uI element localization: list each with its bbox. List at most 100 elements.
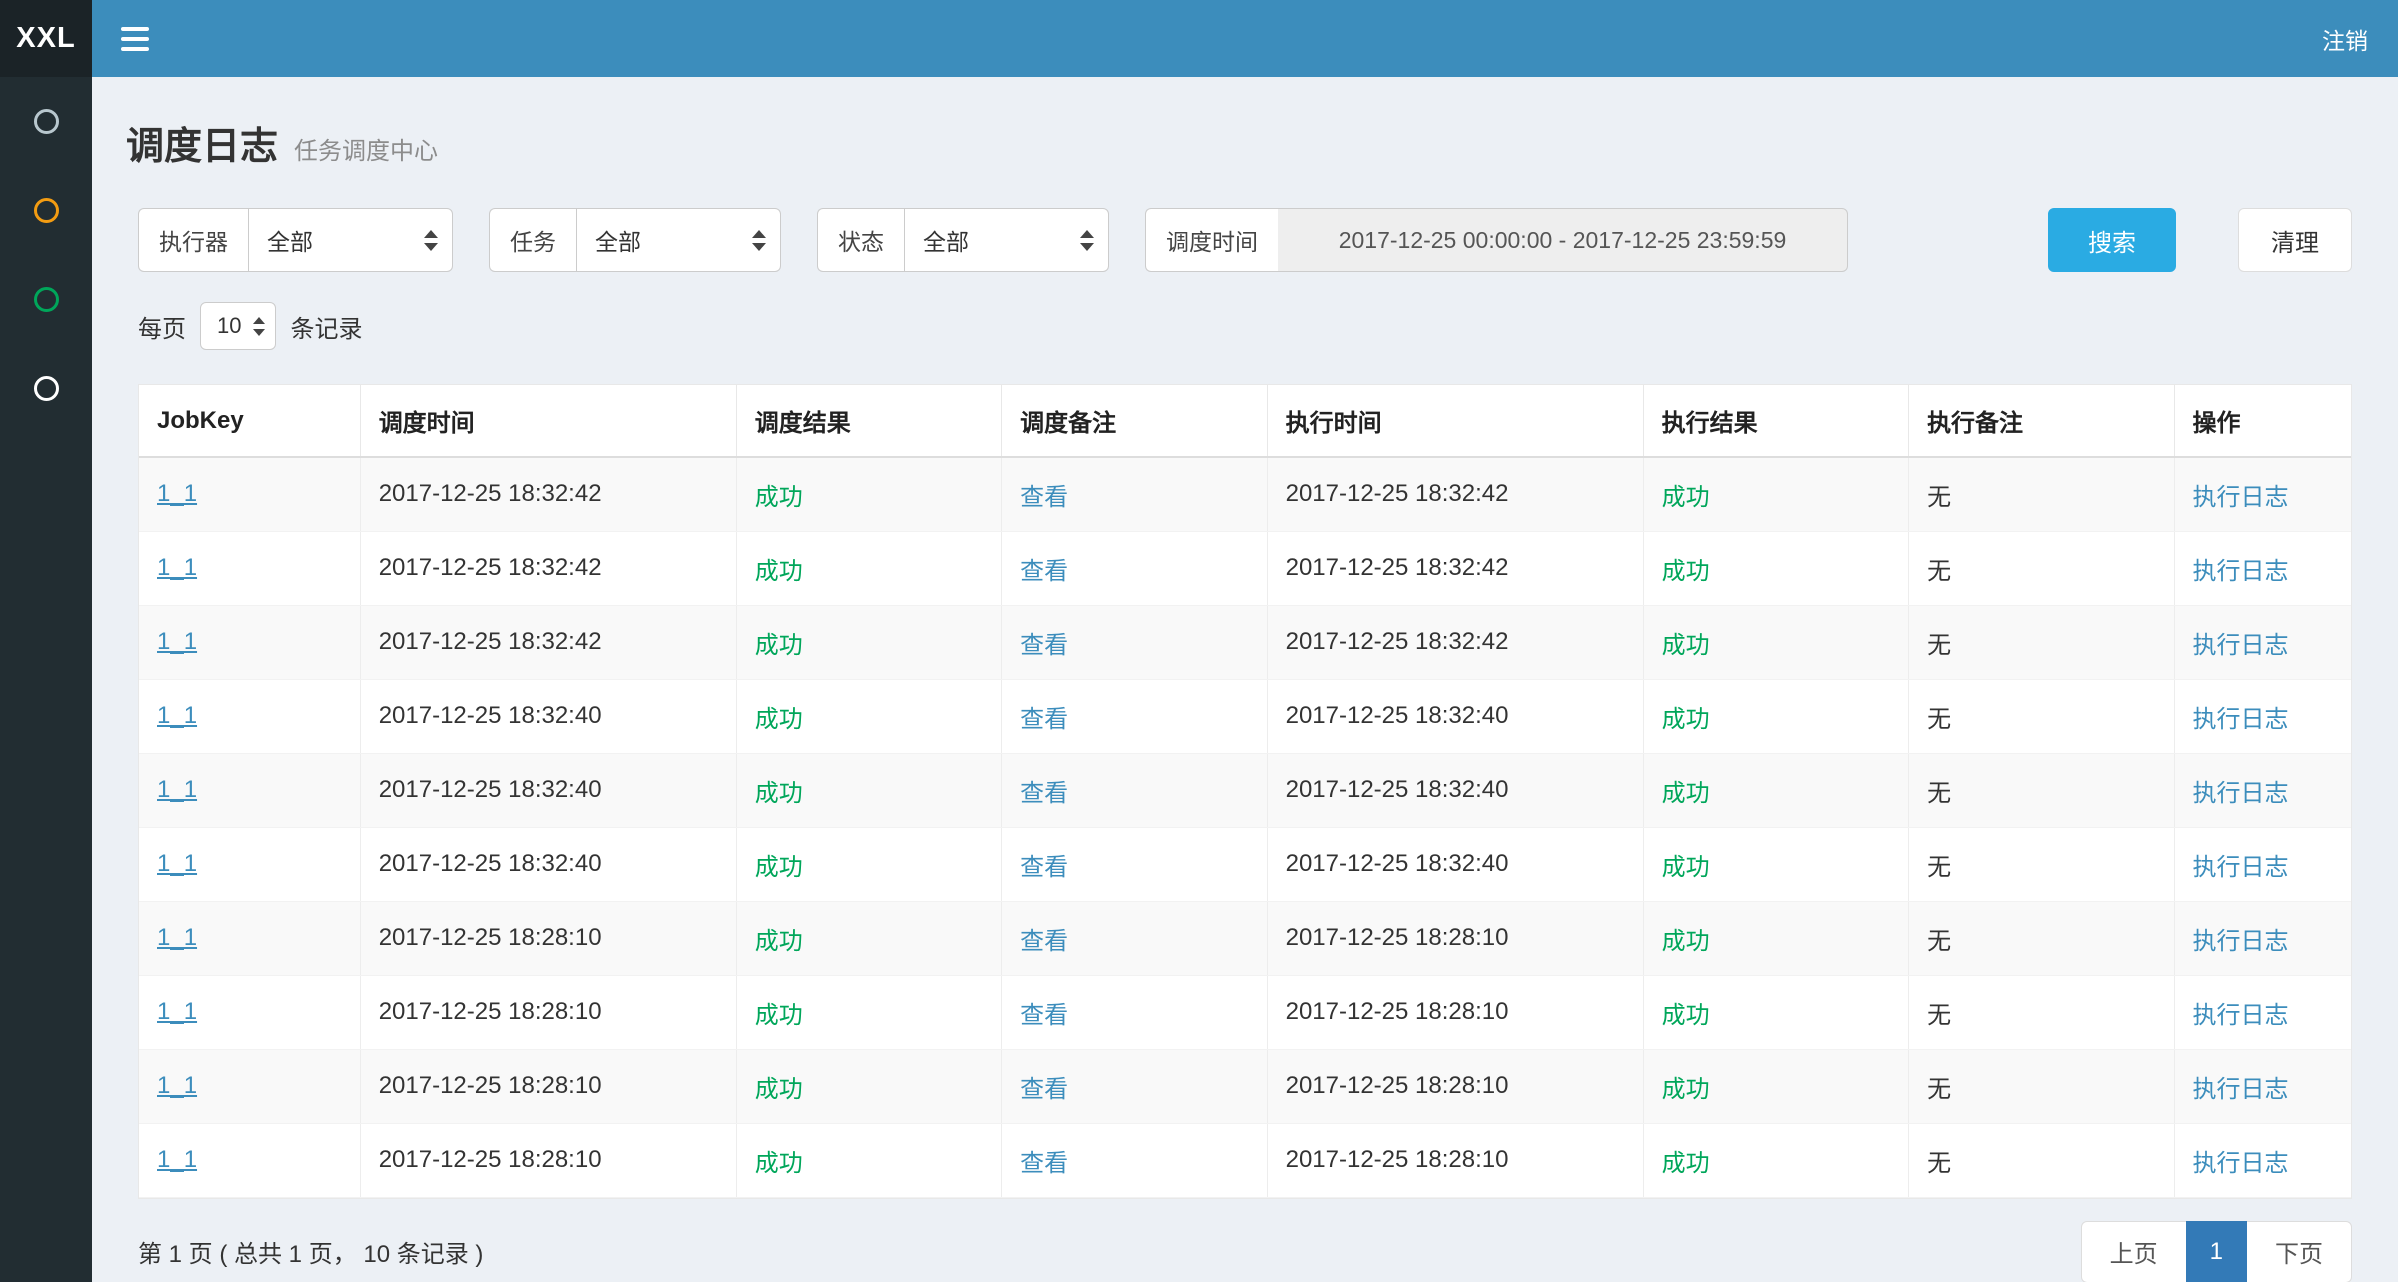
job-key-link[interactable]: 1_1 — [157, 850, 197, 877]
table-row: 1_1 2017-12-25 18:32:42 成功 查看 2017-12-25… — [139, 457, 2351, 531]
job-key-link[interactable]: 1_1 — [157, 1146, 197, 1173]
exec-log-link[interactable]: 执行日志 — [2193, 484, 2289, 511]
trigger-msg-link[interactable]: 查看 — [1020, 1150, 1068, 1177]
sidebar-item[interactable] — [0, 166, 92, 255]
job-key-link[interactable]: 1_1 — [157, 1072, 197, 1099]
trigger-msg-link[interactable]: 查看 — [1020, 706, 1068, 733]
executor-select[interactable]: 全部 — [248, 208, 453, 272]
select-arrows-icon — [424, 230, 438, 251]
log-table-container: JobKey 调度时间 调度结果 调度备注 执行时间 执行结果 执行备注 操作 … — [138, 384, 2352, 1199]
trigger-msg-link[interactable]: 查看 — [1020, 1076, 1068, 1103]
job-key-link[interactable]: 1_1 — [157, 776, 197, 803]
trigger-time-cell: 2017-12-25 18:32:42 — [360, 531, 736, 605]
handle-time-cell: 2017-12-25 18:32:40 — [1267, 827, 1643, 901]
job-select[interactable]: 全部 — [576, 208, 781, 272]
prev-page-button[interactable]: 上页 — [2081, 1221, 2187, 1282]
handle-time-cell: 2017-12-25 18:32:40 — [1267, 679, 1643, 753]
status-select[interactable]: 全部 — [904, 208, 1109, 272]
table-row: 1_1 2017-12-25 18:28:10 成功 查看 2017-12-25… — [139, 1123, 2351, 1197]
handle-time-cell: 2017-12-25 18:32:40 — [1267, 753, 1643, 827]
circle-icon — [34, 376, 59, 401]
handle-msg-cell: 无 — [1909, 827, 2174, 901]
executor-select-value: 全部 — [267, 223, 313, 257]
exec-log-link[interactable]: 执行日志 — [2193, 706, 2289, 733]
handle-msg-cell: 无 — [1909, 901, 2174, 975]
exec-log-link[interactable]: 执行日志 — [2193, 1150, 2289, 1177]
handle-msg-cell: 无 — [1909, 753, 2174, 827]
handle-time-cell: 2017-12-25 18:28:10 — [1267, 975, 1643, 1049]
trigger-time-range-input[interactable]: 2017-12-25 00:00:00 - 2017-12-25 23:59:5… — [1278, 208, 1848, 272]
top-navbar: XXL 注销 — [0, 0, 2398, 77]
sidebar-item[interactable] — [0, 255, 92, 344]
handle-time-cell: 2017-12-25 18:32:42 — [1267, 531, 1643, 605]
exec-log-link[interactable]: 执行日志 — [2193, 1076, 2289, 1103]
trigger-msg-link[interactable]: 查看 — [1020, 780, 1068, 807]
page-header: 调度日志 任务调度中心 — [92, 77, 2398, 170]
job-filter-group: 任务 全部 — [489, 208, 781, 272]
table-row: 1_1 2017-12-25 18:32:42 成功 查看 2017-12-25… — [139, 531, 2351, 605]
handle-result-cell: 成功 — [1643, 1049, 1908, 1123]
brand-logo[interactable]: XXL — [0, 0, 92, 77]
handle-msg-cell: 无 — [1909, 1049, 2174, 1123]
job-key-link[interactable]: 1_1 — [157, 480, 197, 507]
trigger-time-cell: 2017-12-25 18:28:10 — [360, 975, 736, 1049]
handle-msg-cell: 无 — [1909, 531, 2174, 605]
table-row: 1_1 2017-12-25 18:32:40 成功 查看 2017-12-25… — [139, 827, 2351, 901]
search-button[interactable]: 搜索 — [2048, 208, 2176, 272]
trigger-time-cell: 2017-12-25 18:32:40 — [360, 679, 736, 753]
page-subtitle: 任务调度中心 — [294, 131, 438, 166]
status-filter-group: 状态 全部 — [817, 208, 1109, 272]
trigger-result-cell: 成功 — [736, 1123, 1001, 1197]
trigger-result-cell: 成功 — [736, 1049, 1001, 1123]
handle-time-cell: 2017-12-25 18:28:10 — [1267, 1049, 1643, 1123]
trigger-result-cell: 成功 — [736, 901, 1001, 975]
exec-log-link[interactable]: 执行日志 — [2193, 780, 2289, 807]
handle-result-cell: 成功 — [1643, 975, 1908, 1049]
trigger-msg-link[interactable]: 查看 — [1020, 1002, 1068, 1029]
table-row: 1_1 2017-12-25 18:28:10 成功 查看 2017-12-25… — [139, 901, 2351, 975]
handle-result-cell: 成功 — [1643, 457, 1908, 531]
next-page-button[interactable]: 下页 — [2246, 1221, 2352, 1282]
page-1-button[interactable]: 1 — [2186, 1221, 2247, 1282]
clear-button[interactable]: 清理 — [2238, 208, 2352, 272]
hamburger-icon — [121, 27, 149, 31]
status-filter-label: 状态 — [817, 208, 904, 272]
job-key-link[interactable]: 1_1 — [157, 554, 197, 581]
trigger-time-cell: 2017-12-25 18:28:10 — [360, 1049, 736, 1123]
job-key-link[interactable]: 1_1 — [157, 924, 197, 951]
sidebar-item[interactable] — [0, 77, 92, 166]
per-page-row: 每页 10 条记录 — [138, 302, 2352, 350]
handle-time-cell: 2017-12-25 18:28:10 — [1267, 1123, 1643, 1197]
trigger-msg-link[interactable]: 查看 — [1020, 928, 1068, 955]
job-key-link[interactable]: 1_1 — [157, 628, 197, 655]
logout-link[interactable]: 注销 — [2292, 0, 2398, 77]
handle-msg-cell: 无 — [1909, 679, 2174, 753]
trigger-result-cell: 成功 — [736, 827, 1001, 901]
circle-icon — [34, 198, 59, 223]
per-page-label-before: 每页 — [138, 309, 186, 344]
sidebar-toggle-button[interactable] — [92, 0, 178, 77]
col-header-jobkey: JobKey — [139, 385, 360, 457]
sidebar-item[interactable] — [0, 344, 92, 433]
trigger-msg-link[interactable]: 查看 — [1020, 558, 1068, 585]
trigger-msg-link[interactable]: 查看 — [1020, 632, 1068, 659]
exec-log-link[interactable]: 执行日志 — [2193, 558, 2289, 585]
exec-log-link[interactable]: 执行日志 — [2193, 854, 2289, 881]
job-key-link[interactable]: 1_1 — [157, 998, 197, 1025]
trigger-result-cell: 成功 — [736, 531, 1001, 605]
pagination: 上页 1 下页 — [2081, 1221, 2352, 1282]
circle-icon — [34, 287, 59, 312]
exec-log-link[interactable]: 执行日志 — [2193, 632, 2289, 659]
page-size-select[interactable]: 10 — [200, 302, 276, 350]
per-page-label-after: 条记录 — [290, 309, 362, 344]
trigger-msg-link[interactable]: 查看 — [1020, 484, 1068, 511]
table-row: 1_1 2017-12-25 18:28:10 成功 查看 2017-12-25… — [139, 975, 2351, 1049]
job-key-link[interactable]: 1_1 — [157, 702, 197, 729]
trigger-msg-link[interactable]: 查看 — [1020, 854, 1068, 881]
exec-log-link[interactable]: 执行日志 — [2193, 928, 2289, 955]
handle-result-cell: 成功 — [1643, 605, 1908, 679]
exec-log-link[interactable]: 执行日志 — [2193, 1002, 2289, 1029]
table-row: 1_1 2017-12-25 18:32:40 成功 查看 2017-12-25… — [139, 679, 2351, 753]
trigger-time-cell: 2017-12-25 18:28:10 — [360, 1123, 736, 1197]
select-arrows-icon — [253, 317, 265, 336]
